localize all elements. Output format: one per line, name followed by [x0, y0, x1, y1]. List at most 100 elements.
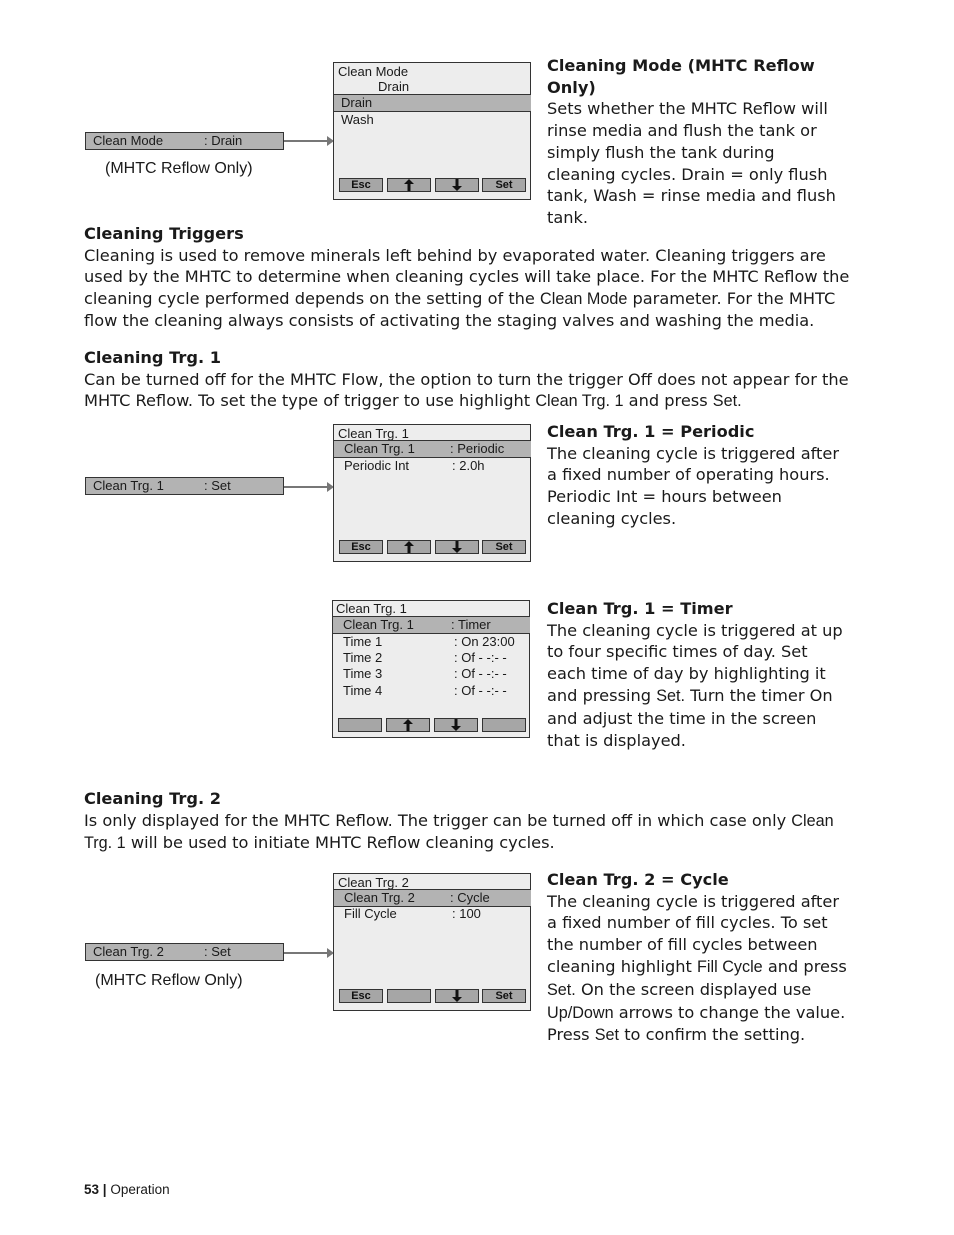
param-ref: Set. [712, 392, 742, 411]
up-arrow-icon [404, 541, 414, 553]
row-value: : Cycle [450, 890, 490, 905]
down-arrow-icon [452, 990, 462, 1002]
param-ref: Clean Mode [540, 289, 628, 308]
param-name: Clean Mode [93, 133, 164, 148]
section-heading: Cleaning Trg. 2 [84, 789, 222, 808]
esc-button[interactable]: Esc [339, 178, 383, 192]
param-value: : Drain [204, 133, 243, 148]
cleaning-trg1-section: Cleaning Trg. 1 Can be turned off for th… [84, 347, 854, 413]
clean-trg1-param-bar[interactable]: Clean Trg. 1 : Set [85, 477, 284, 495]
param-name: Clean Trg. 1 [93, 478, 164, 493]
row-name: Clean Trg. 1 [344, 441, 415, 456]
clean-trg2-param-bar[interactable]: Clean Trg. 2 : Set [85, 943, 284, 961]
up-button[interactable] [386, 718, 430, 732]
down-button[interactable] [435, 178, 479, 192]
desc-title: Clean Trg. 2 = Cycle [547, 870, 729, 889]
param-value: : Set [204, 944, 231, 959]
screen-current-value: Drain [378, 79, 410, 94]
row-name: Time 1 [343, 634, 383, 649]
arrow-connector [284, 948, 334, 958]
text: and press [762, 956, 847, 976]
row-value: : Timer [451, 617, 491, 632]
row-name: Time 4 [343, 683, 383, 698]
row-value: : 100 [452, 906, 481, 921]
esc-button[interactable]: Esc [339, 989, 383, 1003]
text: will be used to initiate MHTC Reflow cle… [125, 833, 555, 853]
screen-row[interactable]: Time 3 : Of - -:- - [343, 666, 529, 682]
section-text: Cleaning is used to remove minerals left… [84, 245, 854, 332]
esc-button[interactable]: Esc [339, 540, 383, 554]
row-value: : On 23:00 [454, 634, 515, 649]
page-footer: 53 | Operation [84, 1182, 170, 1197]
param-ref: Up/Down [547, 1003, 614, 1022]
down-arrow-icon [452, 179, 462, 191]
param-ref: Fill Cycle [697, 957, 763, 976]
up-button[interactable] [387, 178, 431, 192]
param-ref: Set [594, 1026, 620, 1045]
arrow-connector [284, 482, 334, 492]
section-text: Can be turned off for the MHTC Flow, the… [84, 369, 854, 413]
desc-text: The cleaning cycle is triggered at up to… [547, 620, 847, 752]
cycle-description: Clean Trg. 2 = Cycle The cleaning cycle … [547, 869, 852, 1047]
desc-text: Sets whether the MHTC Reflow will rinse … [547, 99, 836, 228]
row-value: : Of - -:- - [454, 666, 507, 681]
screen-row[interactable]: Clean Trg. 1 : Timer [343, 617, 529, 633]
down-arrow-icon [452, 541, 462, 553]
row-name: Fill Cycle [344, 906, 397, 921]
text: to confirm the setting. [619, 1025, 806, 1045]
text: and press [623, 391, 713, 411]
screen-row[interactable]: Time 1 : On 23:00 [343, 634, 529, 650]
param-ref: Set. [547, 980, 576, 999]
param-ref: Set. [656, 686, 685, 705]
clean-trg1-timer-screen: Clean Trg. 1 Clean Trg. 1 : Timer Time 1… [332, 600, 530, 738]
screen-row[interactable]: Clean Trg. 2 : Cycle [344, 890, 530, 906]
blank-right-button[interactable] [482, 718, 526, 732]
timer-description: Clean Trg. 1 = Timer The cleaning cycle … [547, 598, 847, 751]
option-wash[interactable]: Wash [341, 112, 374, 128]
row-name: Clean Trg. 1 [343, 617, 414, 632]
reflow-only-note: (MHTC Reflow Only) [95, 972, 243, 989]
desc-text: The cleaning cycle is triggered after a … [547, 443, 840, 528]
set-button[interactable]: Set [482, 540, 526, 554]
up-arrow-icon [403, 719, 413, 731]
blank-left-button[interactable] [338, 718, 382, 732]
screen-title: Clean Trg. 1 [336, 601, 407, 616]
screen-row[interactable]: Fill Cycle : 100 [344, 906, 530, 922]
desc-title: Clean Trg. 1 = Timer [547, 599, 733, 618]
screen-row[interactable]: Time 2 : Of - -:- - [343, 650, 529, 666]
row-name: Time 3 [343, 666, 383, 681]
up-button[interactable] [387, 540, 431, 554]
clean-mode-param-bar[interactable]: Clean Mode : Drain [85, 132, 284, 150]
screen-row[interactable]: Time 4 : Of - -:- - [343, 683, 529, 699]
footer-separator: | [102, 1182, 107, 1197]
screen-title: Clean Mode [338, 64, 409, 79]
screen-row[interactable]: Clean Trg. 1 : Periodic [344, 441, 530, 457]
screen-row[interactable]: Periodic Int : 2.0h [344, 458, 530, 474]
down-button[interactable] [435, 540, 479, 554]
down-button[interactable] [434, 718, 478, 732]
row-name: Clean Trg. 2 [344, 890, 415, 905]
section-heading: Cleaning Triggers [84, 224, 244, 243]
blank-button[interactable] [387, 989, 431, 1003]
option-drain[interactable]: Drain [341, 95, 372, 111]
param-ref: Clean Trg. 1 [535, 392, 624, 411]
section-heading: Cleaning Trg. 1 [84, 348, 222, 367]
row-name: Periodic Int [344, 458, 410, 473]
footer-section: Operation [110, 1182, 170, 1197]
row-value: : 2.0h [452, 458, 485, 473]
reflow-only-note: (MHTC Reflow Only) [105, 160, 253, 177]
down-button[interactable] [435, 989, 479, 1003]
up-arrow-icon [404, 179, 414, 191]
clean-trg1-periodic-screen: Clean Trg. 1 Clean Trg. 1 : Periodic Per… [333, 424, 531, 562]
set-button[interactable]: Set [482, 178, 526, 192]
param-name: Clean Trg. 2 [93, 944, 164, 959]
page-number: 53 [84, 1182, 100, 1197]
param-value: : Set [204, 478, 231, 493]
clean-trg2-screen: Clean Trg. 2 Clean Trg. 2 : Cycle Fill C… [333, 873, 531, 1011]
row-value: : Of - -:- - [454, 683, 507, 698]
clean-mode-screen: Clean Mode Drain Drain Wash Esc Set [333, 62, 531, 200]
periodic-description: Clean Trg. 1 = Periodic The cleaning cyc… [547, 421, 847, 530]
cleaning-triggers-section: Cleaning Triggers Cleaning is used to re… [84, 223, 854, 332]
set-button[interactable]: Set [482, 989, 526, 1003]
section-text: Is only displayed for the MHTC Reflow. T… [84, 810, 854, 855]
